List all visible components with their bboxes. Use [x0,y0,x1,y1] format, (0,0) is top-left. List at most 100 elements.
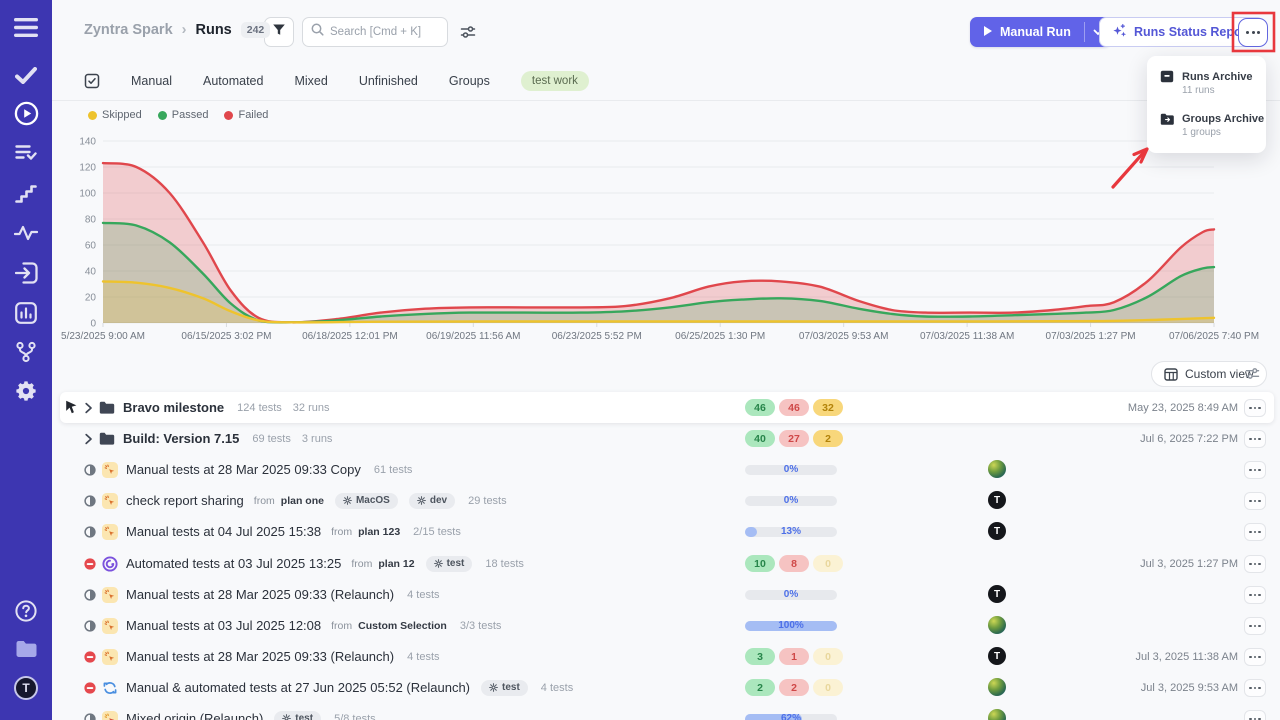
run-title[interactable]: Build: Version 7.15 [123,431,239,446]
svg-text:20: 20 [85,293,97,304]
table-row[interactable]: Mixed origin (Relaunch)test5/8 tests62% [52,703,1280,720]
breadcrumb: Zyntra Spark › Runs 242 [84,22,270,38]
chart-line-passed [103,223,1214,323]
breadcrumb-project[interactable]: Zyntra Spark [84,22,173,38]
assignee-avatar-globe[interactable] [988,616,1006,634]
table-row[interactable]: Manual tests at 28 Mar 2025 09:33 (Relau… [52,579,1280,610]
row-actions-button[interactable] [1244,679,1266,697]
run-title[interactable]: Manual tests at 03 Jul 2025 12:08 [126,618,321,633]
table-row[interactable]: Manual tests at 03 Jul 2025 12:08fromCus… [52,610,1280,641]
sparkles-icon [1112,23,1127,41]
row-actions-button[interactable] [1244,555,1266,573]
help-icon[interactable] [0,600,52,622]
row-actions-button[interactable] [1244,399,1266,417]
progress-bar: 100% [745,621,837,631]
tab-automated[interactable]: Automated [203,74,263,88]
run-results: 100% [745,610,837,641]
svg-text:07/03/2025 1:27 PM: 07/03/2025 1:27 PM [1046,331,1136,342]
row-actions-button[interactable] [1244,430,1266,448]
assignee-avatar-globe[interactable] [988,678,1006,696]
svg-text:0: 0 [90,318,96,329]
sidebar-item-branches-icon[interactable] [0,341,52,363]
sidebar-item-pulse-icon[interactable] [0,225,52,241]
row-actions-button[interactable] [1244,523,1266,541]
sidebar-item-plans-list-check-icon[interactable] [0,144,52,161]
tab-unfinished[interactable]: Unfinished [359,74,418,88]
row-actions-button[interactable] [1244,648,1266,666]
projects-folder-icon[interactable] [0,640,52,658]
assignee-avatar-globe[interactable] [988,460,1006,478]
source-plan-link[interactable]: plan 12 [378,558,414,570]
run-title[interactable]: Mixed origin (Relaunch) [126,711,263,720]
tab-manual[interactable]: Manual [131,74,172,88]
assignee-avatar-t[interactable]: T [988,491,1006,509]
table-row[interactable]: Build: Version 7.1569 tests3 runs40272Ju… [52,423,1280,454]
group-folder-icon [99,432,115,445]
more-actions-button[interactable] [1238,18,1268,47]
menu-icon[interactable] [0,18,52,37]
skipped-count-badge: 0 [813,648,843,665]
row-actions-button[interactable] [1244,461,1266,479]
clipboard-check-icon[interactable] [84,73,100,89]
run-title[interactable]: Automated tests at 03 Jul 2025 13:25 [126,556,341,571]
menu-item-groups-archive[interactable]: Groups Archive 1 groups [1147,109,1266,144]
expand-chevron-icon[interactable] [84,433,93,445]
run-title[interactable]: Manual tests at 28 Mar 2025 09:33 Copy [126,462,361,477]
row-actions-button[interactable] [1244,492,1266,510]
run-title[interactable]: Manual tests at 28 Mar 2025 09:33 (Relau… [126,649,394,664]
menu-item-runs-archive[interactable]: Runs Archive 11 runs [1147,66,1266,102]
tab-groups[interactable]: Groups [449,74,490,88]
run-title[interactable]: Manual tests at 04 Jul 2025 15:38 [126,524,321,539]
assignee-avatar-t[interactable]: T [988,647,1006,665]
chart-legend: Skipped Passed Failed [88,109,268,121]
source-plan-link[interactable]: plan one [281,495,324,507]
progress-percent: 0% [745,494,837,507]
table-row[interactable]: Manual tests at 04 Jul 2025 15:38frompla… [52,516,1280,547]
sidebar-item-milestones-steps-icon[interactable] [0,185,52,203]
expand-chevron-icon[interactable] [84,402,93,414]
legend-dot-skipped [88,111,97,120]
search-box [302,17,448,47]
row-actions-button[interactable] [1244,586,1266,604]
legend-item-passed: Passed [158,109,209,121]
group-folder-icon [99,401,115,414]
settings-gear-icon[interactable] [0,380,52,402]
sidebar-item-import-icon[interactable] [0,262,52,284]
run-results: 1080 [745,548,843,579]
table-row[interactable]: Bravo milestone124 tests32 runs464632May… [52,392,1280,423]
source-plan-link[interactable]: Custom Selection [358,620,447,632]
in-progress-status-icon [84,713,96,720]
assignee-avatar-t[interactable]: T [988,522,1006,540]
assignee-avatar-t[interactable]: T [988,585,1006,603]
run-title[interactable]: Bravo milestone [123,400,224,415]
tag-filter-badge[interactable]: test work [521,71,589,91]
sidebar-item-runs-play-icon[interactable] [0,101,52,126]
run-title[interactable]: check report sharing [126,493,244,508]
table-row[interactable]: Automated tests at 03 Jul 2025 13:25from… [52,548,1280,579]
search-input[interactable] [330,26,440,38]
row-main: check report sharingfromplan oneMacOSdev… [84,485,507,516]
svg-text:120: 120 [79,163,96,174]
table-row[interactable]: Manual tests at 28 Mar 2025 09:33 Copy61… [52,454,1280,485]
sidebar-item-analytics-icon[interactable] [0,302,52,324]
legend-dot-failed [224,111,233,120]
row-actions-button[interactable] [1244,617,1266,635]
manual-run-button[interactable]: Manual Run [970,17,1111,47]
view-settings-sliders-icon[interactable] [460,25,476,44]
row-actions-button[interactable] [1244,710,1266,720]
list-settings-sliders-icon[interactable] [1245,367,1260,385]
run-date: May 23, 2025 8:49 AM [1128,392,1238,423]
tab-mixed[interactable]: Mixed [294,74,327,88]
run-title[interactable]: Manual tests at 28 Mar 2025 09:33 (Relau… [126,587,394,602]
legend-dot-passed [158,111,167,120]
assignee-avatar-globe[interactable] [988,709,1006,720]
table-row[interactable]: Manual tests at 28 Mar 2025 09:33 (Relau… [52,641,1280,672]
manual-run-icon [102,462,118,478]
table-row[interactable]: check report sharingfromplan oneMacOSdev… [52,485,1280,516]
sidebar-item-tests-check-icon[interactable] [0,67,52,84]
run-title[interactable]: Manual & automated tests at 27 Jun 2025 … [126,680,470,695]
source-plan-link[interactable]: plan 123 [358,526,400,538]
user-avatar[interactable]: T [0,676,52,700]
table-row[interactable]: Manual & automated tests at 27 Jun 2025 … [52,672,1280,703]
app-window: T Zyntra Spark › Runs 242 Manual Run Run… [0,0,1280,720]
